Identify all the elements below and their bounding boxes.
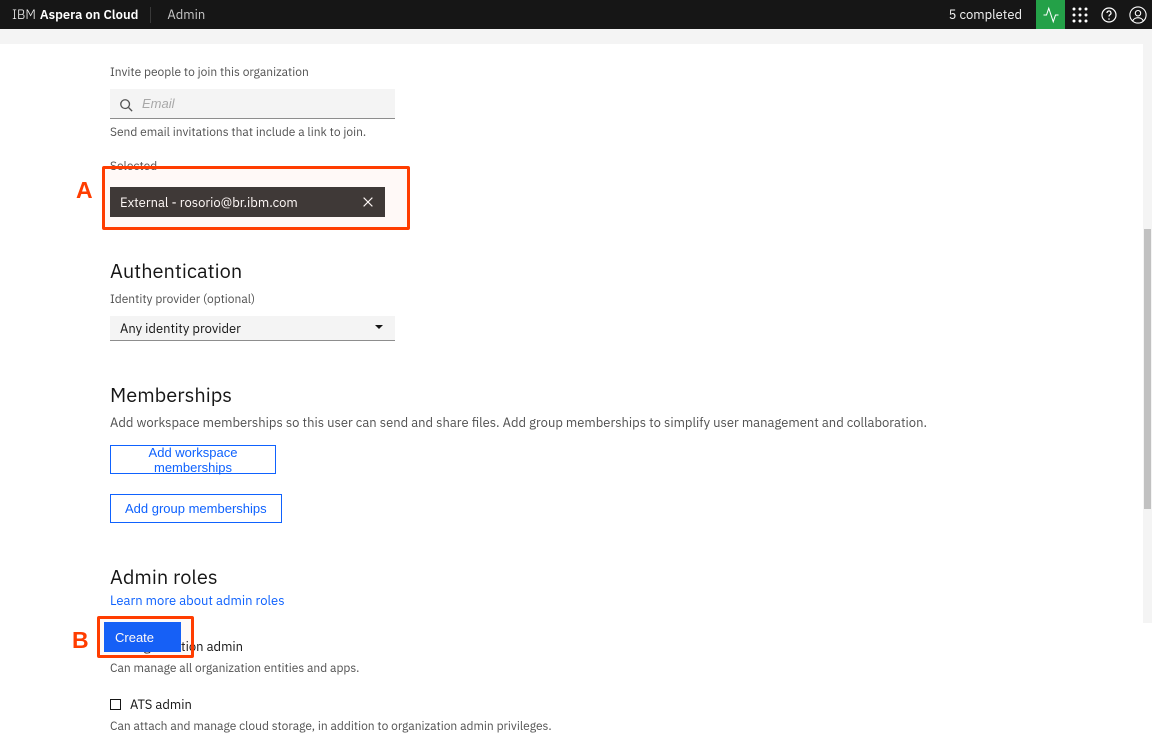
idp-label: Identity provider (optional) xyxy=(110,292,1143,307)
main-content: Invite people to join this organization … xyxy=(0,44,1143,623)
search-icon xyxy=(119,97,133,111)
add-workspace-memberships-button[interactable]: Add workspace memberships xyxy=(110,445,276,474)
activity-icon xyxy=(1042,6,1060,24)
app-switcher-icon xyxy=(1072,7,1088,23)
global-header: IBM Aspera on Cloud Admin 5 completed xyxy=(0,0,1152,29)
app-title[interactable]: Admin xyxy=(155,6,217,23)
callout-a-label: A xyxy=(76,177,93,204)
header-divider xyxy=(150,7,151,23)
chevron-down-icon xyxy=(373,320,385,337)
create-button[interactable]: Create xyxy=(104,622,181,652)
ats-admin-label: ATS admin xyxy=(130,696,192,713)
app-switcher-button[interactable] xyxy=(1065,0,1094,29)
authentication-heading: Authentication xyxy=(110,257,1143,284)
header-shelf xyxy=(0,29,1152,44)
brand[interactable]: IBM Aspera on Cloud xyxy=(0,6,150,23)
add-group-memberships-button[interactable]: Add group memberships xyxy=(110,494,282,523)
invite-label: Invite people to join this organization xyxy=(110,65,1143,80)
memberships-heading: Memberships xyxy=(110,381,1143,408)
invite-email-input[interactable] xyxy=(142,96,395,111)
brand-name: Aspera on Cloud xyxy=(40,6,139,23)
selected-user-chip: External - rosorio@br.ibm.com xyxy=(110,187,385,217)
invite-email-field[interactable] xyxy=(110,89,395,119)
activity-button[interactable] xyxy=(1036,0,1065,29)
selected-label: Selected xyxy=(110,159,1143,174)
onboarding-progress[interactable]: 5 completed xyxy=(935,0,1036,29)
vertical-scrollbar-thumb[interactable] xyxy=(1144,229,1151,509)
admin-roles-heading: Admin roles xyxy=(110,563,1143,590)
idp-value: Any identity provider xyxy=(120,320,241,337)
invite-helper: Send email invitations that include a li… xyxy=(110,125,1143,140)
help-icon xyxy=(1101,7,1117,23)
learn-more-admin-roles-link[interactable]: Learn more about admin roles xyxy=(110,592,285,609)
user-avatar-icon xyxy=(1129,6,1147,24)
memberships-description: Add workspace memberships so this user c… xyxy=(110,414,1143,431)
org-admin-row[interactable]: Organization admin xyxy=(110,638,1143,655)
ats-admin-checkbox[interactable] xyxy=(110,699,121,710)
callout-b-label: B xyxy=(72,627,89,654)
chip-text: External - rosorio@br.ibm.com xyxy=(120,194,298,211)
idp-dropdown[interactable]: Any identity provider xyxy=(110,316,395,341)
vertical-scrollbar-track[interactable] xyxy=(1143,29,1152,623)
close-icon xyxy=(361,195,375,209)
ats-admin-desc: Can attach and manage cloud storage, in … xyxy=(110,719,1143,734)
org-admin-desc: Can manage all organization entities and… xyxy=(110,661,1143,676)
ats-admin-row[interactable]: ATS admin xyxy=(110,696,1143,713)
brand-prefix: IBM xyxy=(12,6,36,23)
user-menu-button[interactable] xyxy=(1123,0,1152,29)
help-button[interactable] xyxy=(1094,0,1123,29)
chip-remove-button[interactable] xyxy=(361,195,375,209)
